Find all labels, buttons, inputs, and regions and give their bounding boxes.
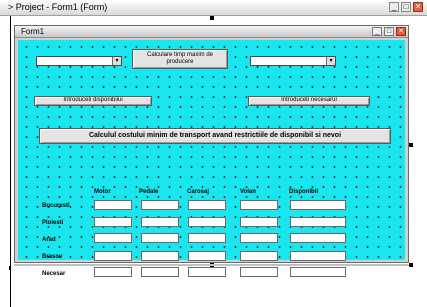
textbox-cell[interactable] [188, 200, 226, 210]
designer-title-bar: > Project - Form1 (Form) _ □ ✕ [0, 0, 427, 16]
maximize-icon[interactable]: □ [401, 2, 411, 12]
chevron-down-icon[interactable]: ▾ [326, 57, 335, 65]
textbox-cell[interactable] [240, 200, 278, 210]
textbox-cell[interactable] [94, 267, 132, 277]
textbox-cell[interactable] [94, 217, 132, 227]
demand-button[interactable]: Introduceti necesarul [248, 96, 370, 106]
textbox-cell[interactable] [141, 217, 179, 227]
textbox-cell[interactable] [290, 267, 346, 277]
form-minimize-icon[interactable]: _ [372, 27, 382, 36]
column-header: Motor [94, 189, 111, 195]
textbox-cell[interactable] [94, 251, 132, 261]
textbox-cell[interactable] [188, 233, 226, 243]
ruler-tick [9, 266, 11, 270]
form-canvas[interactable]: ▾ Calculare timp maxim de producere ▾ In… [18, 40, 405, 277]
textbox-cell[interactable] [141, 233, 179, 243]
form-title-bar[interactable]: Form1 _ □ ✕ [15, 26, 408, 38]
column-header: Carosaj [187, 189, 210, 195]
column-header: Disponibil [289, 189, 318, 195]
form-title: Form1 [21, 27, 45, 36]
textbox-cell[interactable] [188, 217, 226, 227]
resize-marker [210, 16, 214, 20]
textbox-cell[interactable] [188, 251, 226, 261]
row-label: Ploiesti [42, 220, 64, 226]
chevron-down-icon[interactable]: ▾ [112, 57, 121, 65]
left-rail [10, 16, 11, 307]
row-label: Arad [42, 237, 56, 243]
compute-min-cost-button[interactable]: Calculul costului minim de transport ava… [39, 128, 391, 144]
form-window[interactable]: Form1 _ □ ✕ ▾ Calculare timp maxim de pr… [14, 25, 409, 277]
row-label: Brasov [42, 254, 63, 260]
textbox-cell[interactable] [94, 233, 132, 243]
row-label: Necesar [42, 271, 66, 277]
resize-handle-right[interactable] [409, 143, 413, 147]
row-label: Bucuresti [42, 203, 70, 209]
designer-title: > Project - Form1 (Form) [8, 2, 108, 12]
textbox-cell[interactable] [290, 200, 346, 210]
textbox-cell[interactable] [141, 251, 179, 261]
textbox-cell[interactable] [290, 233, 346, 243]
textbox-cell[interactable] [240, 217, 278, 227]
close-icon[interactable]: ✕ [413, 2, 423, 12]
textbox-cell[interactable] [188, 267, 226, 277]
resize-handle-corner[interactable] [409, 263, 413, 267]
form-bottom-edge [14, 264, 409, 266]
form-close-icon[interactable]: ✕ [396, 27, 406, 36]
textbox-cell[interactable] [141, 267, 179, 277]
column-header: Volan [240, 189, 256, 195]
calculate-time-button[interactable]: Calculare timp maxim de producere [132, 49, 228, 69]
textbox-cell[interactable] [290, 251, 346, 261]
column-header: Pedale [139, 189, 159, 195]
minimize-icon[interactable]: _ [389, 2, 399, 12]
textbox-cell[interactable] [290, 217, 346, 227]
textbox-cell[interactable] [240, 233, 278, 243]
textbox-cell[interactable] [141, 200, 179, 210]
combo-left[interactable]: ▾ [36, 56, 122, 66]
form-maximize-icon[interactable]: □ [384, 27, 394, 36]
designer-workspace: > Project - Form1 (Form) _ □ ✕ Form1 _ □… [0, 0, 427, 307]
textbox-cell[interactable] [240, 251, 278, 261]
textbox-cell[interactable] [240, 267, 278, 277]
availability-button[interactable]: Introduceti disponibilul [34, 96, 152, 106]
textbox-cell[interactable] [94, 200, 132, 210]
combo-right[interactable]: ▾ [250, 56, 336, 66]
